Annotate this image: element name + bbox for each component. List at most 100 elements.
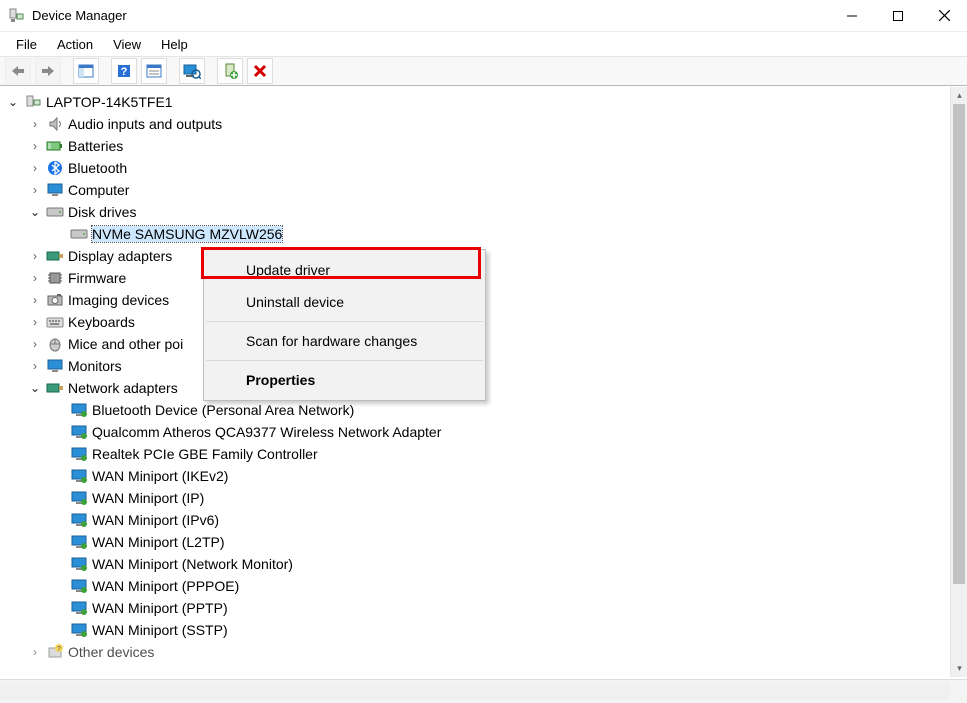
network-icon <box>70 489 88 507</box>
chevron-right-icon[interactable]: › <box>28 161 42 175</box>
minimize-button[interactable] <box>829 0 875 32</box>
tree-item-wan-ip[interactable]: › WAN Miniport (IP) <box>0 487 950 509</box>
tree-root[interactable]: ⌄ LAPTOP-14K5TFE1 <box>0 91 950 113</box>
context-menu-scan[interactable]: Scan for hardware changes <box>204 325 485 357</box>
scroll-down-icon[interactable]: ▾ <box>951 660 967 677</box>
node-label: WAN Miniport (PPPOE) <box>92 578 239 594</box>
window-controls <box>829 0 967 32</box>
vertical-scrollbar[interactable]: ▴ ▾ <box>950 87 967 677</box>
tree-item-realtek-gbe[interactable]: › Realtek PCIe GBE Family Controller <box>0 443 950 465</box>
context-menu-update-driver[interactable]: Update driver <box>204 254 485 286</box>
disk-icon <box>46 203 64 221</box>
node-label: NVMe SAMSUNG MZVLW256 <box>92 226 282 242</box>
tree-item-audio[interactable]: › Audio inputs and outputs <box>0 113 950 135</box>
node-label: Keyboards <box>68 314 135 330</box>
tree-item-wan-monitor[interactable]: › WAN Miniport (Network Monitor) <box>0 553 950 575</box>
tree-item-bt-pan[interactable]: › Bluetooth Device (Personal Area Networ… <box>0 399 950 421</box>
chevron-right-icon[interactable]: › <box>28 139 42 153</box>
tree-item-batteries[interactable]: › Batteries <box>0 135 950 157</box>
node-label: Computer <box>68 182 129 198</box>
properties-button[interactable] <box>141 58 167 84</box>
chevron-down-icon[interactable]: ⌄ <box>6 95 20 109</box>
back-button[interactable] <box>5 58 31 84</box>
node-label: WAN Miniport (IPv6) <box>92 512 219 528</box>
chevron-right-icon[interactable]: › <box>28 645 42 659</box>
scrollbar-thumb[interactable] <box>953 104 965 584</box>
network-adapter-icon <box>46 379 64 397</box>
menu-view[interactable]: View <box>103 35 151 54</box>
maximize-button[interactable] <box>875 0 921 32</box>
menu-separator <box>206 321 483 322</box>
node-label: WAN Miniport (SSTP) <box>92 622 228 638</box>
node-label: Imaging devices <box>68 292 169 308</box>
status-bar <box>0 679 967 703</box>
tree-item-nvme-samsung[interactable]: › NVMe SAMSUNG MZVLW256 <box>0 223 950 245</box>
forward-button[interactable] <box>35 58 61 84</box>
chevron-right-icon[interactable]: › <box>28 293 42 307</box>
title-bar: Device Manager <box>0 0 967 32</box>
show-hide-console-tree-button[interactable] <box>73 58 99 84</box>
scan-hardware-button[interactable] <box>179 58 205 84</box>
chevron-right-icon[interactable]: › <box>28 249 42 263</box>
chevron-right-icon[interactable]: › <box>28 183 42 197</box>
update-driver-button[interactable] <box>217 58 243 84</box>
network-icon <box>70 599 88 617</box>
help-button[interactable]: ? <box>111 58 137 84</box>
tree-item-computer[interactable]: › Computer <box>0 179 950 201</box>
node-label: Mice and other poi <box>68 336 183 352</box>
node-label: WAN Miniport (PPTP) <box>92 600 228 616</box>
mouse-icon <box>46 335 64 353</box>
context-menu-properties[interactable]: Properties <box>204 364 485 396</box>
camera-icon <box>46 291 64 309</box>
node-label: WAN Miniport (L2TP) <box>92 534 225 550</box>
network-icon <box>70 445 88 463</box>
chevron-right-icon[interactable]: › <box>28 271 42 285</box>
tree-item-qca9377[interactable]: › Qualcomm Atheros QCA9377 Wireless Netw… <box>0 421 950 443</box>
menu-file[interactable]: File <box>6 35 47 54</box>
menu-action[interactable]: Action <box>47 35 103 54</box>
network-icon <box>70 577 88 595</box>
tree-item-wan-ipv6[interactable]: › WAN Miniport (IPv6) <box>0 509 950 531</box>
node-label: WAN Miniport (Network Monitor) <box>92 556 293 572</box>
context-menu-uninstall[interactable]: Uninstall device <box>204 286 485 318</box>
chevron-down-icon[interactable]: ⌄ <box>28 205 42 219</box>
horizontal-scrollbar[interactable] <box>0 683 950 700</box>
display-adapter-icon <box>46 247 64 265</box>
network-icon <box>70 511 88 529</box>
context-menu: Update driver Uninstall device Scan for … <box>203 249 486 401</box>
chevron-right-icon[interactable]: › <box>28 337 42 351</box>
disk-icon <box>70 225 88 243</box>
node-label: LAPTOP-14K5TFE1 <box>46 94 173 110</box>
monitor-icon <box>46 181 64 199</box>
window-title: Device Manager <box>32 8 127 23</box>
computer-icon <box>24 93 42 111</box>
node-label: Batteries <box>68 138 123 154</box>
tree-item-wan-ikev2[interactable]: › WAN Miniport (IKEv2) <box>0 465 950 487</box>
scroll-up-icon[interactable]: ▴ <box>951 87 967 104</box>
svg-text:?: ? <box>121 66 128 78</box>
uninstall-device-button[interactable] <box>247 58 273 84</box>
monitor-icon <box>46 357 64 375</box>
tree-item-bluetooth[interactable]: › Bluetooth <box>0 157 950 179</box>
tree-item-wan-pppoe[interactable]: › WAN Miniport (PPPOE) <box>0 575 950 597</box>
close-button[interactable] <box>921 0 967 32</box>
tree-item-disk-drives[interactable]: ⌄ Disk drives <box>0 201 950 223</box>
node-label: Qualcomm Atheros QCA9377 Wireless Networ… <box>92 424 441 440</box>
chevron-right-icon[interactable]: › <box>28 315 42 329</box>
chevron-right-icon[interactable]: › <box>28 117 42 131</box>
tree-item-other-devices[interactable]: › ? Other devices <box>0 641 950 663</box>
node-label: Bluetooth Device (Personal Area Network) <box>92 402 354 418</box>
bluetooth-icon <box>46 159 64 177</box>
tree-item-wan-pptp[interactable]: › WAN Miniport (PPTP) <box>0 597 950 619</box>
node-label: Audio inputs and outputs <box>68 116 222 132</box>
tree-item-wan-l2tp[interactable]: › WAN Miniport (L2TP) <box>0 531 950 553</box>
chevron-right-icon[interactable]: › <box>28 359 42 373</box>
network-icon <box>70 423 88 441</box>
chip-icon <box>46 269 64 287</box>
network-icon <box>70 467 88 485</box>
tree-item-wan-sstp[interactable]: › WAN Miniport (SSTP) <box>0 619 950 641</box>
app-icon <box>8 8 24 24</box>
node-label: WAN Miniport (IKEv2) <box>92 468 228 484</box>
chevron-down-icon[interactable]: ⌄ <box>28 381 42 395</box>
menu-help[interactable]: Help <box>151 35 198 54</box>
